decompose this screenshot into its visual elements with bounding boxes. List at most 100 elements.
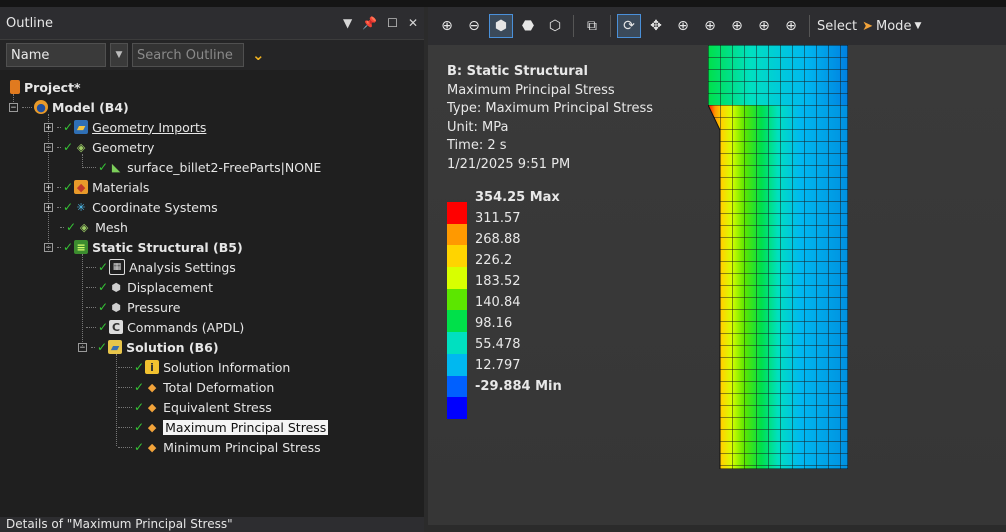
pin-icon[interactable]: 📌 xyxy=(362,16,377,30)
check-icon: ✓ xyxy=(98,260,109,274)
check-icon: ✓ xyxy=(66,220,77,234)
static-structural-icon: ≡ xyxy=(74,240,89,254)
graphics-viewport[interactable]: B: Static Structural Maximum Principal S… xyxy=(428,45,1006,525)
result-title: B: Static Structural xyxy=(447,64,588,79)
dropdown-icon[interactable]: ▼ xyxy=(343,16,352,30)
tree-item-maximum-principal-stress[interactable]: ✓ ◆ Maximum Principal Stress xyxy=(118,417,329,437)
legend-swatch xyxy=(447,288,467,311)
tree-item-solution-information[interactable]: ✓ i Solution Information xyxy=(118,357,290,377)
zoom-icon[interactable]: ⊕ xyxy=(672,15,694,37)
expand-icon[interactable]: + xyxy=(44,182,53,192)
select-button[interactable]: Select xyxy=(817,19,857,34)
wireframe-icon[interactable]: ⬡ xyxy=(544,15,566,37)
tree-item-solution[interactable]: − ✓ ▰ Solution (B6) xyxy=(78,337,219,357)
tree-item-mesh[interactable]: ✓ ◈ Mesh xyxy=(60,217,128,237)
search-outline-input[interactable]: Search Outline xyxy=(132,43,244,67)
check-icon: ✓ xyxy=(63,200,74,214)
pan-icon[interactable]: ✥ xyxy=(645,15,667,37)
tree-item-materials[interactable]: + ✓ ◆ Materials xyxy=(44,177,149,197)
close-icon[interactable]: ✕ xyxy=(408,16,418,30)
collapse-icon[interactable]: − xyxy=(44,142,53,152)
zoom-to-selection-icon[interactable]: ⊕ xyxy=(780,15,802,37)
collapse-icon[interactable]: − xyxy=(44,242,53,252)
geometry-imports-icon: ▰ xyxy=(74,120,89,134)
result-name: Maximum Principal Stress xyxy=(447,82,615,98)
filter-type-select[interactable]: Name xyxy=(6,43,106,67)
tree-item-commands[interactable]: ✓ C Commands (APDL) xyxy=(86,317,244,337)
tree-item-part[interactable]: ✓ ◣ surface_billet2-FreeParts|NONE xyxy=(82,157,321,177)
check-icon: ✓ xyxy=(63,180,74,194)
zoom-fit-icon[interactable]: ⊕ xyxy=(726,15,748,37)
expand-icon[interactable]: + xyxy=(44,122,53,132)
legend-swatch xyxy=(447,310,467,333)
check-icon: ✓ xyxy=(63,120,74,134)
maximize-icon[interactable]: ☐ xyxy=(387,16,398,30)
filter-chevron-icon[interactable]: ⌄ xyxy=(248,43,292,67)
check-icon: ✓ xyxy=(63,140,74,154)
materials-icon: ◆ xyxy=(74,180,89,194)
check-icon: ✓ xyxy=(98,300,109,314)
commands-icon: C xyxy=(109,320,124,334)
tree-item-geometry-imports[interactable]: + ✓ ▰ Geometry Imports xyxy=(44,117,206,137)
result-icon: ◆ xyxy=(147,380,157,394)
solution-icon: ▰ xyxy=(108,340,123,354)
magnifier-icon[interactable]: ⊕ xyxy=(753,15,775,37)
shaded-view-icon[interactable]: ⬣ xyxy=(517,15,539,37)
tree-item-coordinate-systems[interactable]: + ✓ ✳ Coordinate Systems xyxy=(44,197,218,217)
tree-item-displacement[interactable]: ✓ ⬢ Displacement xyxy=(86,277,213,297)
mesh-contour-plot xyxy=(708,45,848,469)
legend-label: 183.52 xyxy=(475,274,521,289)
check-icon: ✓ xyxy=(134,420,145,434)
expand-icon[interactable]: + xyxy=(44,202,53,212)
geometry-icon: ◈ xyxy=(76,140,86,154)
outline-filter-bar: Name ▼ Search Outline ⌄ xyxy=(0,40,424,70)
legend-swatch xyxy=(447,397,467,419)
cursor-icon: ➤ xyxy=(862,18,874,34)
mode-button[interactable]: ➤ Mode ▼ xyxy=(862,19,921,34)
zoom-in-icon[interactable]: ⊕ xyxy=(436,15,458,37)
solid-view-icon[interactable]: ⬢ xyxy=(489,14,513,38)
result-info: B: Static Structural Maximum Principal S… xyxy=(447,63,653,174)
window-icon[interactable]: ⧉ xyxy=(581,15,603,37)
outline-title: Outline xyxy=(6,15,54,31)
legend-label: 12.797 xyxy=(475,358,521,373)
legend-swatch xyxy=(447,245,467,268)
legend-swatch xyxy=(447,332,467,354)
tree-item-geometry[interactable]: − ✓ ◈ Geometry xyxy=(44,137,154,157)
box-zoom-icon[interactable]: ⊕ xyxy=(699,15,721,37)
details-title: Details of "Maximum Principal Stress" xyxy=(6,517,233,531)
tree-item-pressure[interactable]: ✓ ⬢ Pressure xyxy=(86,297,180,317)
check-icon: ✓ xyxy=(134,380,145,394)
zoom-out-icon[interactable]: ⊖ xyxy=(463,15,485,37)
check-icon: ✓ xyxy=(97,340,108,354)
outline-title-bar: Outline ▼ 📌 ☐ ✕ xyxy=(0,7,424,40)
analysis-settings-icon: ▦ xyxy=(109,259,126,275)
collapse-icon[interactable]: − xyxy=(9,102,18,112)
tree-item-minimum-principal-stress[interactable]: ✓ ◆ Minimum Principal Stress xyxy=(118,437,321,457)
result-unit: Unit: MPa xyxy=(447,119,509,135)
legend-swatch xyxy=(447,375,467,398)
legend-color-bar xyxy=(447,202,467,419)
check-icon: ✓ xyxy=(98,160,109,174)
tree-item-model[interactable]: − ● Model (B4) xyxy=(9,97,129,117)
check-icon: ✓ xyxy=(98,320,109,334)
result-icon: ◆ xyxy=(147,420,157,434)
tree-item-project[interactable]: Project* xyxy=(10,77,81,97)
rotate-icon[interactable]: ⟳ xyxy=(617,14,641,38)
graphics-toolbar: ⊕ ⊖ ⬢ ⬣ ⬡ ⧉ ⟳ ✥ ⊕ ⊕ ⊕ ⊕ ⊕ Select ➤ Mode ▼ xyxy=(428,7,1006,45)
tree-item-equivalent-stress[interactable]: ✓ ◆ Equivalent Stress xyxy=(118,397,272,417)
tree-item-analysis-settings[interactable]: ✓ ▦ Analysis Settings xyxy=(86,257,236,277)
chevron-down-icon[interactable]: ▼ xyxy=(110,43,128,67)
tree-item-static-structural[interactable]: − ✓ ≡ Static Structural (B5) xyxy=(44,237,243,257)
result-icon: ◆ xyxy=(147,400,157,414)
result-icon: ◆ xyxy=(147,440,157,454)
outline-panel: Outline ▼ 📌 ☐ ✕ Name ▼ Search Outline ⌄ … xyxy=(0,7,424,532)
legend-swatch xyxy=(447,353,467,376)
legend-swatch xyxy=(447,202,467,224)
collapse-icon[interactable]: − xyxy=(78,342,87,352)
tree-item-total-deformation[interactable]: ✓ ◆ Total Deformation xyxy=(118,377,274,397)
legend-label: 98.16 xyxy=(475,316,513,331)
legend-label: 226.2 xyxy=(475,253,513,268)
check-icon: ✓ xyxy=(134,360,145,374)
coordinate-systems-icon: ✳ xyxy=(76,200,86,214)
